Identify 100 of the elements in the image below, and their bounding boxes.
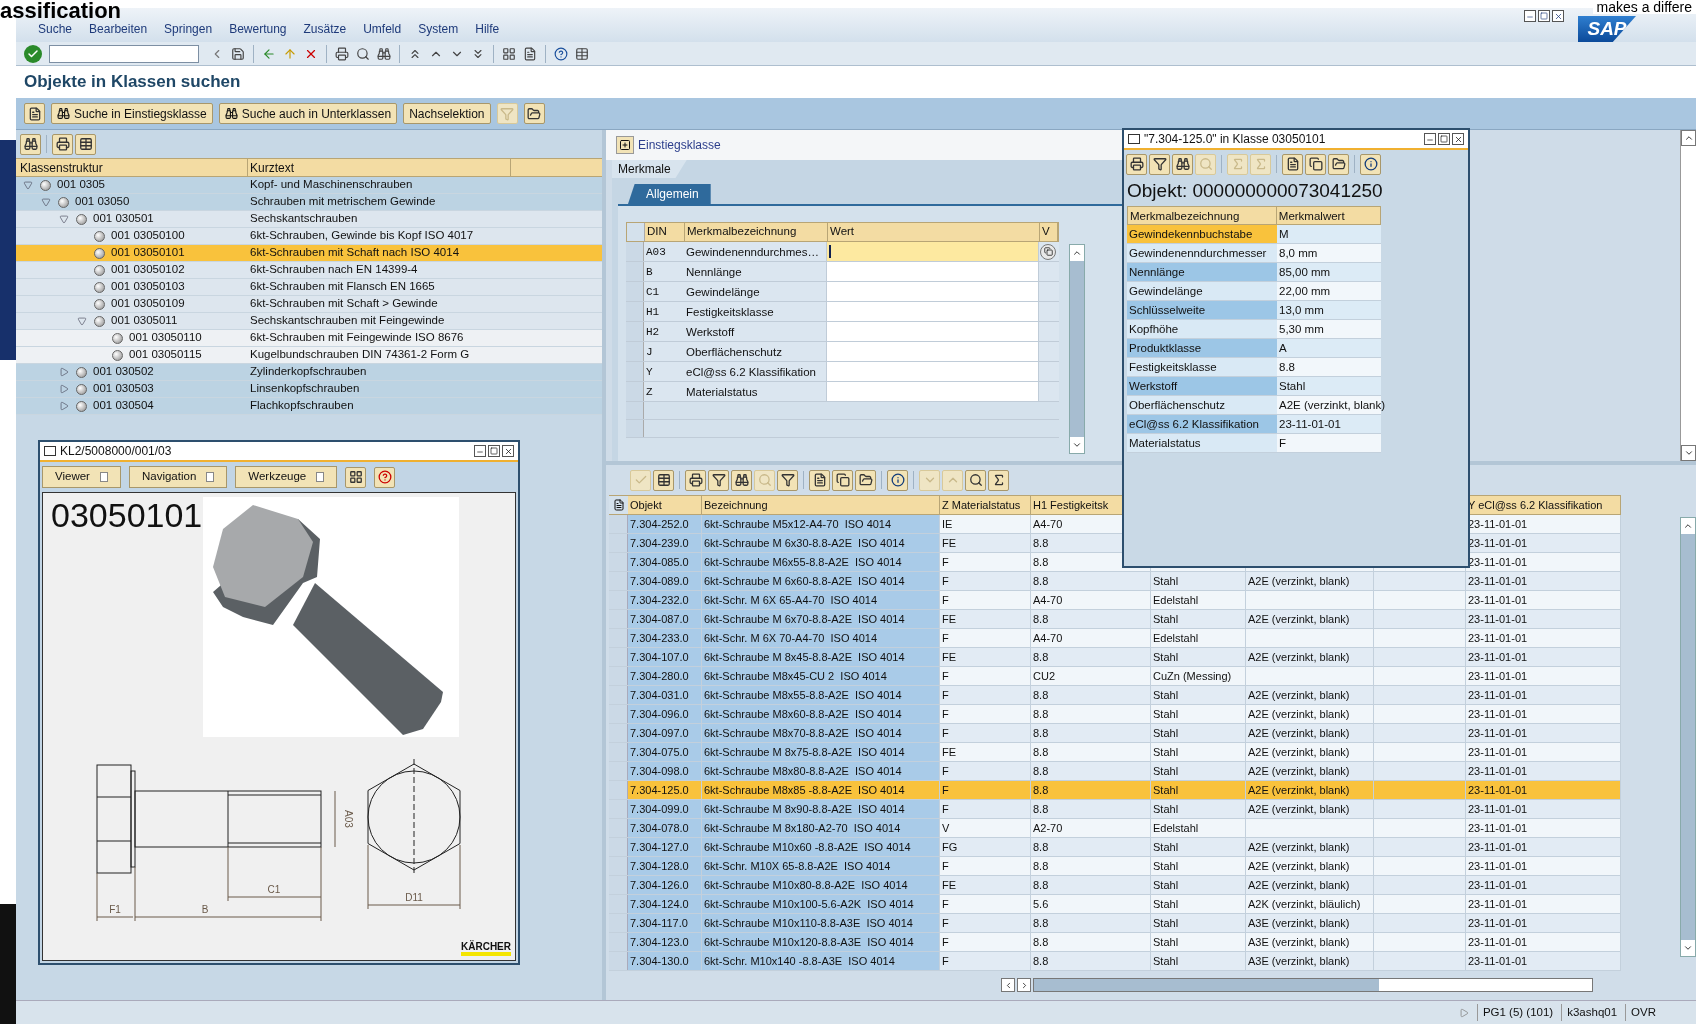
tree-row[interactable]: 001 03050110 6kt-Schrauben mit Feingewinde ISO 8676 xyxy=(16,330,602,347)
print-icon[interactable] xyxy=(1126,153,1147,175)
row-selector[interactable] xyxy=(609,610,628,628)
row-selector[interactable] xyxy=(609,534,628,552)
minimize-icon[interactable] xyxy=(1424,133,1436,145)
menu-button[interactable]: Viewer xyxy=(42,466,121,488)
export-icon[interactable] xyxy=(855,469,876,491)
close-icon[interactable] xyxy=(1552,10,1564,22)
characteristic-name[interactable]: Gewindelänge xyxy=(1127,282,1277,300)
row-selector[interactable] xyxy=(609,743,628,761)
scroll-right-icon[interactable] xyxy=(1017,978,1031,992)
scroll-down-icon[interactable] xyxy=(1681,940,1695,956)
close-icon[interactable] xyxy=(502,445,514,457)
tree-row[interactable]: 001 03050100 6kt-Schrauben, Gewinde bis Kopf ISO 4017 xyxy=(16,228,602,245)
print-icon[interactable] xyxy=(52,133,73,155)
close-icon[interactable] xyxy=(1452,133,1464,145)
expander-icon[interactable] xyxy=(58,213,70,225)
row-selector[interactable] xyxy=(609,686,628,704)
value-field[interactable] xyxy=(827,362,1039,381)
menu-item[interactable]: Bearbeiten xyxy=(89,20,148,38)
scrollbar[interactable] xyxy=(1680,517,1696,957)
table-row[interactable]: 7.304-233.0 6kt-Schr. M 6X 70-A4-70 ISO 4014 F A4-70 Edelstahl 23-11-01-01 xyxy=(609,629,1621,648)
value-field[interactable] xyxy=(827,342,1039,361)
row-selector[interactable] xyxy=(609,553,628,571)
row-selector[interactable] xyxy=(609,895,628,913)
table-row[interactable]: 7.304-124.0 6kt-Schraube M10x100-5.6-A2K ISO 4014 F 5.6 Stahl A2K (verzinkt, bläulich) 23-11-01-01 xyxy=(609,895,1621,914)
scroll-left-icon[interactable] xyxy=(1001,978,1015,992)
row-selector[interactable] xyxy=(609,629,628,647)
copy-icon[interactable] xyxy=(1305,153,1326,175)
table-row[interactable]: 7.304-127.0 6kt-Schraube M10x60 -8.8-A2E ISO 4014 FG 8.8 Stahl A2E (verzinkt, blank) 23-11-01-01 xyxy=(609,838,1621,857)
filter-icon[interactable] xyxy=(708,469,729,491)
minimize-icon[interactable] xyxy=(1524,10,1536,22)
row-selector[interactable] xyxy=(609,952,628,970)
table-row[interactable]: 7.304-123.0 6kt-Schraube M10x120-8.8-A3E ISO 4014 F 8.8 Stahl A3E (verzinkt, blank) 23-11-01-01 xyxy=(609,933,1621,952)
row-selector[interactable] xyxy=(609,838,628,856)
row-selector[interactable] xyxy=(626,242,644,261)
table-row[interactable]: 7.304-130.0 6kt-Schr. M10x140 -8.8-A3E ISO 4014 F 8.8 Stahl A3E (verzinkt, blank) 23-11-01-01 xyxy=(609,952,1621,971)
row-selector[interactable] xyxy=(626,322,644,341)
table-row[interactable]: 7.304-280.0 6kt-Schraube M8x45-CU 2 ISO 4014 F CU2 CuZn (Messing) 23-11-01-01 xyxy=(609,667,1621,686)
tree-row[interactable]: 001 030503 Linsenkopfschrauben xyxy=(16,381,602,398)
value-field[interactable] xyxy=(827,282,1039,301)
tree-row[interactable]: 001 030504 Flachkopfschrauben xyxy=(16,398,602,415)
menu-item[interactable]: Zusätze xyxy=(303,20,347,38)
expand-icon[interactable] xyxy=(616,136,634,154)
expander-icon[interactable] xyxy=(76,315,88,327)
characteristic-name[interactable]: Kopfhöhe xyxy=(1127,320,1277,338)
table-row[interactable]: 7.304-097.0 6kt-Schraube M8x70-8.8-A2E ISO 4014 F 8.8 Stahl A2E (verzinkt, blank) 23-11-01-01 xyxy=(609,724,1621,743)
scroll-up-icon[interactable] xyxy=(1681,130,1696,146)
characteristic-name[interactable]: Schlüsselweite xyxy=(1127,301,1277,319)
maximize-icon[interactable] xyxy=(1538,10,1550,22)
filter-icon[interactable] xyxy=(1149,153,1170,175)
characteristic-name[interactable]: Materialstatus xyxy=(1127,434,1277,452)
horizontal-scrollbar[interactable] xyxy=(1033,978,1593,992)
select-all-cell[interactable] xyxy=(627,223,645,241)
characteristic-name[interactable]: Festigkeitsklasse xyxy=(1127,358,1277,376)
tree-row[interactable]: 001 030502 Zylinderkopfschrauben xyxy=(16,364,602,381)
enter-icon[interactable] xyxy=(24,44,42,63)
value-field[interactable] xyxy=(827,262,1039,281)
table-icon[interactable] xyxy=(653,469,674,491)
characteristic-name[interactable]: Nennlänge xyxy=(1127,263,1277,281)
entry-class-link[interactable]: Einstiegsklasse xyxy=(638,136,721,154)
table-row[interactable]: 7.304-078.0 6kt-Schraube M 8x180-A2-70 ISO 4014 V A2-70 Edelstahl 23-11-01-01 xyxy=(609,819,1621,838)
triangle-icon[interactable] xyxy=(1458,1007,1469,1018)
row-selector[interactable] xyxy=(609,800,628,818)
help-icon[interactable] xyxy=(374,466,396,488)
table-row[interactable]: 7.304-098.0 6kt-Schraube M8x80-8.8-A2E ISO 4014 F 8.8 Stahl A2E (verzinkt, blank) 23-11-01-01 xyxy=(609,762,1621,781)
characteristic-name[interactable]: Oberflächenschutz xyxy=(1127,396,1277,414)
document-icon[interactable] xyxy=(1282,153,1303,175)
table-row[interactable]: 7.304-096.0 6kt-Schraube M8x60-8.8-A2E ISO 4014 F 8.8 Stahl A2E (verzinkt, blank) 23-11-01-01 xyxy=(609,705,1621,724)
row-selector[interactable] xyxy=(609,705,628,723)
tree-row[interactable]: 001 03050115 Kugelbundschrauben DIN 74361-2 Form G xyxy=(16,347,602,364)
row-selector[interactable] xyxy=(626,402,644,419)
row-selector[interactable] xyxy=(626,382,644,401)
row-selector[interactable] xyxy=(609,781,628,799)
table-row[interactable]: 7.304-089.0 6kt-Schraube M 6x60-8.8-A2E ISO 4014 F 8.8 Stahl A2E (verzinkt, blank) 23-11-01-01 xyxy=(609,572,1621,591)
scroll-up-icon[interactable] xyxy=(1681,518,1695,534)
subtotal-icon[interactable] xyxy=(1250,153,1271,175)
folder-icon[interactable] xyxy=(523,103,545,124)
minimize-icon[interactable] xyxy=(474,445,486,457)
binoculars-icon[interactable] xyxy=(731,469,752,491)
menu-button[interactable]: Navigation xyxy=(128,466,228,488)
table-row[interactable]: 7.304-117.0 6kt-Schraube M10x110-8.8-A3E ISO 4014 F 8.8 Stahl A3E (verzinkt, blank) 23-11-01-01 xyxy=(609,914,1621,933)
value-field[interactable] xyxy=(827,302,1039,321)
row-selector[interactable] xyxy=(609,724,628,742)
characteristic-name[interactable]: eCl@ss 6.2 Klassifikation xyxy=(1127,415,1277,433)
menu-item[interactable]: Suche xyxy=(38,20,73,38)
scroll-up-icon[interactable] xyxy=(1070,245,1084,261)
command-field[interactable] xyxy=(49,44,199,63)
value-field[interactable] xyxy=(827,322,1039,341)
toolbar-button[interactable]: Suche auch in Unterklassen xyxy=(218,103,398,124)
table-row[interactable]: 7.304-126.0 6kt-Schraube M10x80-8.8-A2E ISO 4014 FE 8.8 Stahl A2E (verzinkt, blank) 23-11-01-01 xyxy=(609,876,1621,895)
menu-button[interactable]: Werkzeuge xyxy=(235,466,338,488)
expander-icon[interactable] xyxy=(58,383,70,395)
row-selector[interactable] xyxy=(609,667,628,685)
check-icon[interactable] xyxy=(630,469,651,491)
print-icon[interactable] xyxy=(685,469,706,491)
row-selector[interactable] xyxy=(609,591,628,609)
scroll-down-icon[interactable] xyxy=(1070,437,1084,453)
maximize-icon[interactable] xyxy=(488,445,500,457)
tab[interactable]: Allgemein xyxy=(628,184,711,204)
